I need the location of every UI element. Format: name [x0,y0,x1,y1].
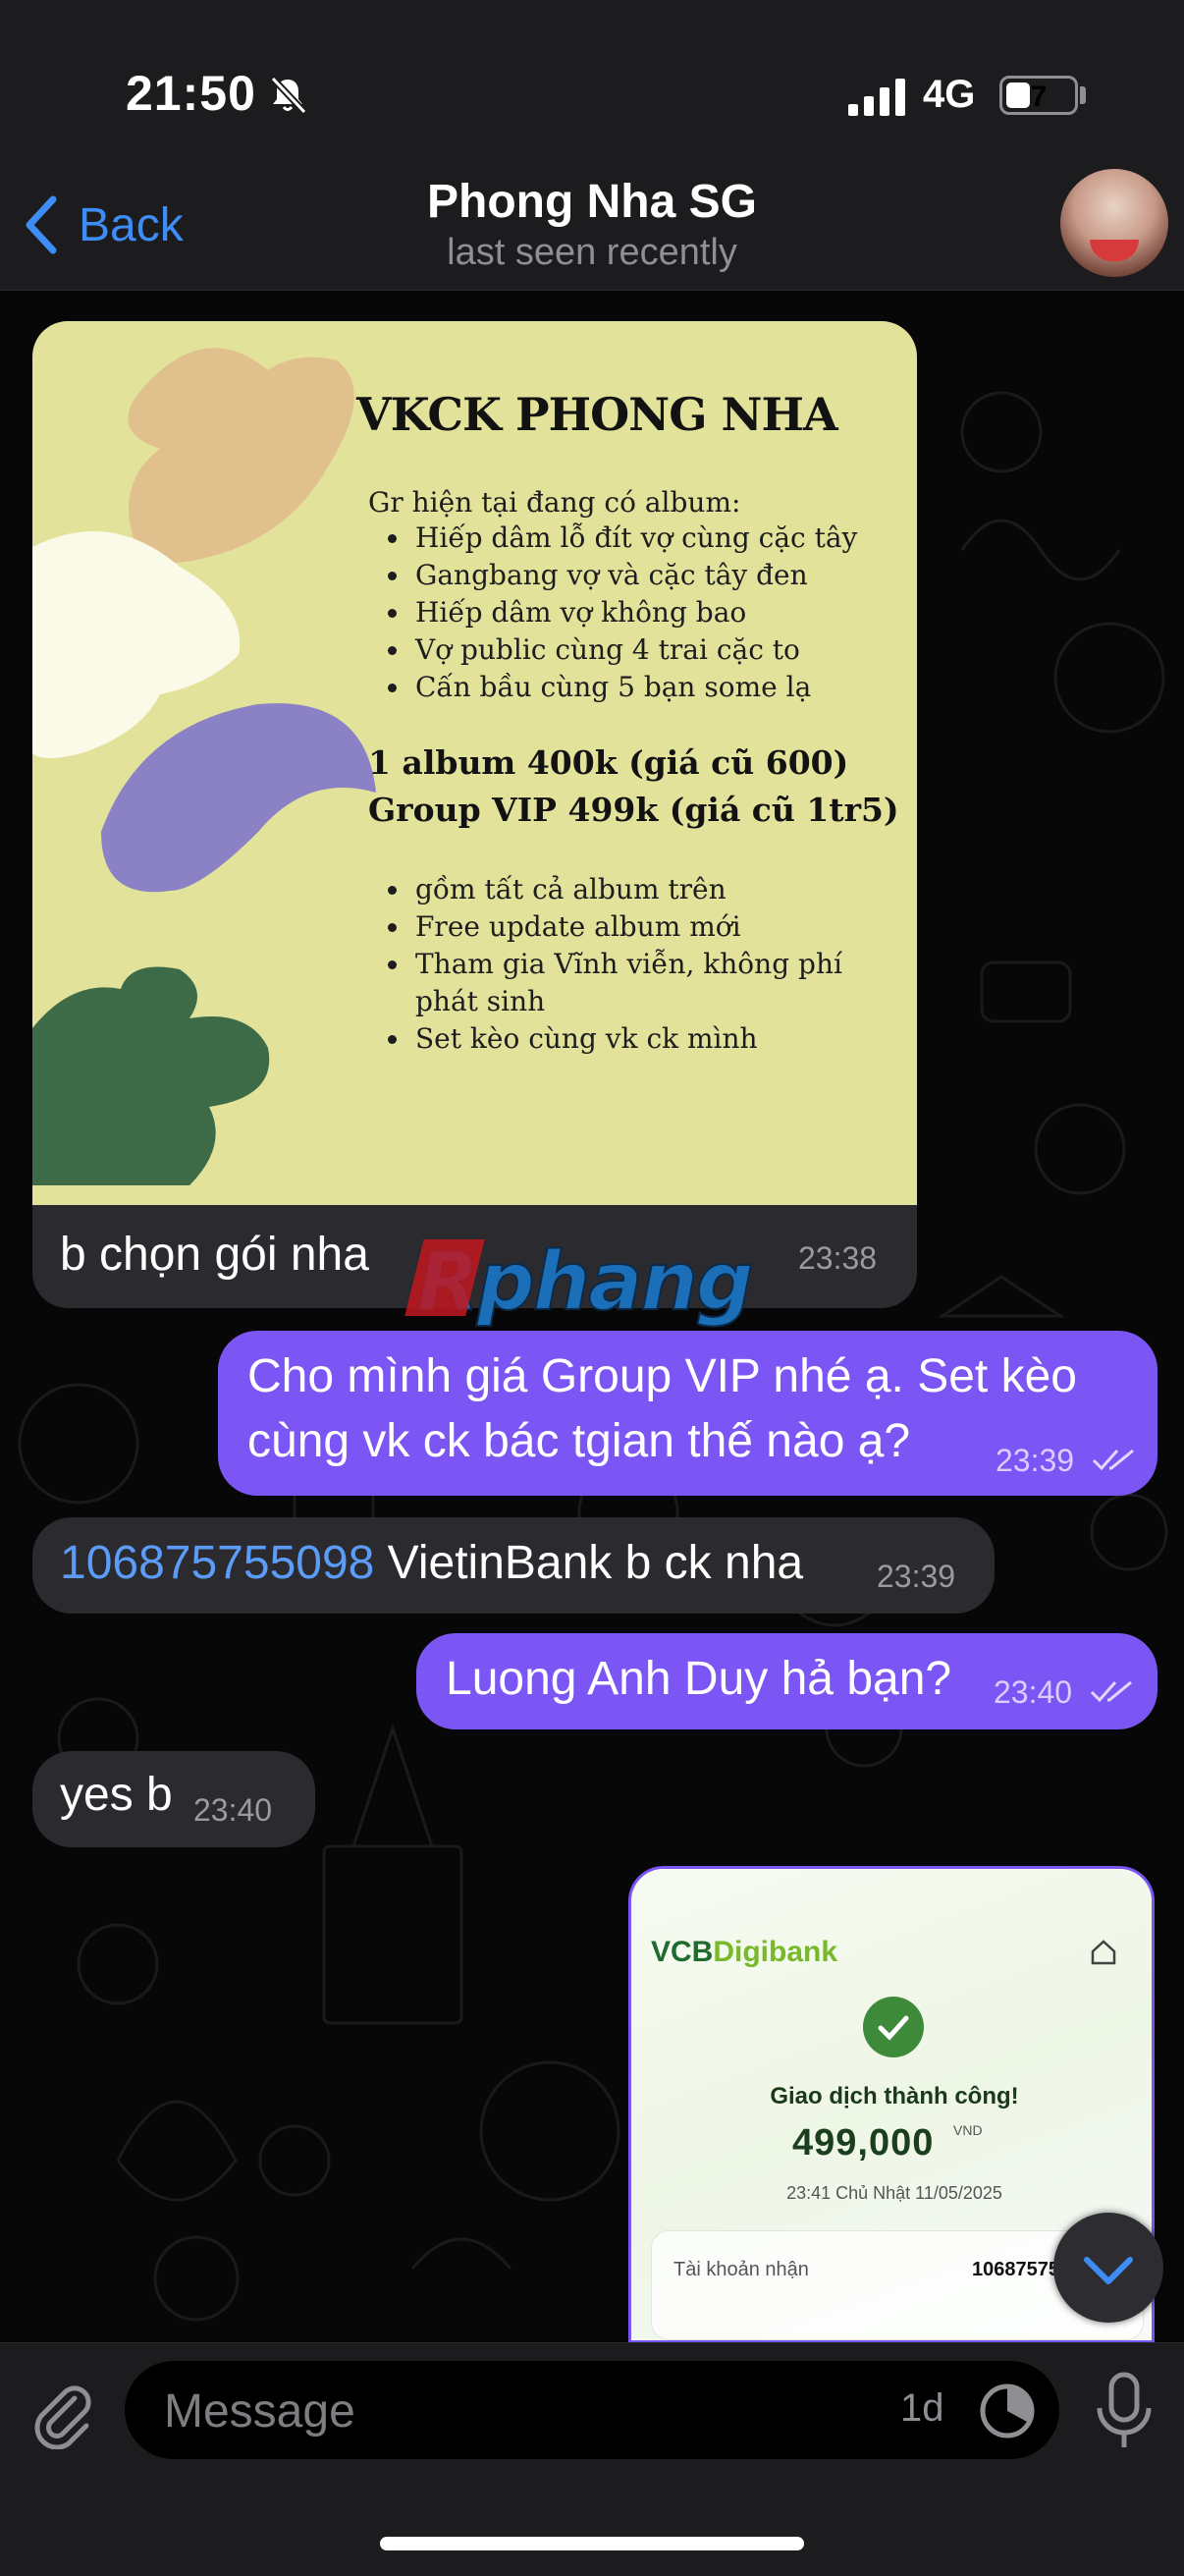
microphone-icon[interactable] [1090,2371,1158,2453]
message-bubble-outgoing[interactable]: Cho mình giá Group VIP nhé ạ. Set kèo cù… [218,1331,1157,1496]
battery-tip [1080,86,1086,104]
brand-prefix: VCB [651,1936,714,1968]
account-number-link[interactable]: 106875755098 [60,1537,374,1589]
list-item: Free update album mới [388,908,842,946]
list-item: Gangbang vợ và cặc tây đen [388,557,857,594]
message-text: b chọn gói nha [60,1229,369,1281]
message-time: 23:38 [798,1240,878,1276]
attach-icon[interactable] [27,2379,98,2449]
network-type: 4G [923,73,976,116]
poster-intro: Gr hiện tại đang có album: [368,486,741,519]
account-value: 10687575 [972,2259,1059,2280]
chat-subtitle: last seen recently [447,232,737,273]
success-check-icon [863,1997,924,2057]
message-text-line: cùng vk ck bác tgian thế nào ạ? [247,1415,911,1467]
price-album: 1 album 400k (giá cũ 600) [368,743,849,782]
chat-header: Back Phong Nha SG last seen recently [0,167,1184,291]
brand-suffix: Digibank [713,1936,838,1968]
poster-title: VKCK PHONG NHA [356,388,838,441]
double-check-icon [1092,1449,1134,1471]
message-time: 23:39 [996,1443,1075,1478]
scroll-to-bottom-button[interactable] [1053,2213,1163,2323]
chevron-down-icon [1084,2257,1133,2284]
home-icon [1091,1940,1116,1965]
cellular-signal-icon [848,79,905,116]
list-item: Hiếp dâm lỗ đít vợ cùng cặc tây [388,520,857,557]
status-bar: 21:50 4G 7 [0,0,1184,172]
message-body: VietinBank b ck nha [374,1537,804,1589]
receipt-brand: VCBDigibank [651,1936,837,1969]
price-vip: Group VIP 499k (giá cũ 1tr5) [368,791,899,829]
message-bubble-incoming[interactable]: yes b 23:40 [32,1751,315,1847]
message-text: yes b [60,1769,173,1821]
home-indicator[interactable] [380,2537,804,2550]
message-text-line: Cho mình giá Group VIP nhé ạ. Set kèo [247,1350,1077,1402]
battery-level: 7 [1030,81,1048,113]
list-item: Vợ public cùng 4 trai cặc to [388,631,857,669]
status-time: 21:50 [126,66,256,121]
list-item: Hiếp dâm vợ không bao [388,594,857,631]
message-field[interactable]: 1d [125,2361,1059,2461]
message-time: 23:40 [193,1792,273,1828]
poster-image[interactable]: VKCK PHONG NHA Gr hiện tại đang có album… [32,321,917,1205]
list-item: phát sinh [415,985,546,1017]
message-bubble-outgoing[interactable]: Luong Anh Duy hả bạn? 23:40 [416,1633,1157,1729]
receipt-amount: 499,000 [792,2122,935,2164]
message-time: 23:39 [877,1559,956,1594]
benefit-list: gồm tất cả album trên Free update album … [388,871,842,1058]
auto-delete-timer-icon[interactable] [977,2381,1038,2441]
list-item: gồm tất cả album trên [388,871,842,908]
message-bubble-incoming[interactable]: 106875755098 VietinBank b ck nha 23:39 [32,1517,995,1614]
receipt-datetime: 23:41 Chủ Nhật 11/05/2025 [786,2183,1002,2203]
account-label: Tài khoản nhận [673,2259,809,2280]
message-input[interactable] [162,2361,892,2461]
list-item: Tham gia Vĩnh viễn, không phí [388,946,842,983]
list-item: Cấn bầu cùng 5 bạn some lạ [388,669,857,706]
double-check-icon [1090,1680,1132,1703]
list-item: Set kèo cùng vk ck mình [388,1020,842,1058]
receipt-status: Giao dịch thành công! [770,2083,1019,2110]
message-time: 23:40 [994,1674,1073,1710]
message-text: Luong Anh Duy hả bạn? [446,1653,952,1705]
chat-title[interactable]: Phong Nha SG [0,175,1184,229]
message-text: 106875755098 VietinBank b ck nha [60,1531,803,1596]
receipt-currency: VND [953,2122,983,2138]
avatar[interactable] [1060,169,1168,277]
auto-delete-timer-label[interactable]: 1d [900,2386,944,2431]
battery-icon: 7 [999,76,1078,115]
silent-bell-icon [270,76,307,115]
album-list: Hiếp dâm lỗ đít vợ cùng cặc tây Gangbang… [388,520,857,706]
